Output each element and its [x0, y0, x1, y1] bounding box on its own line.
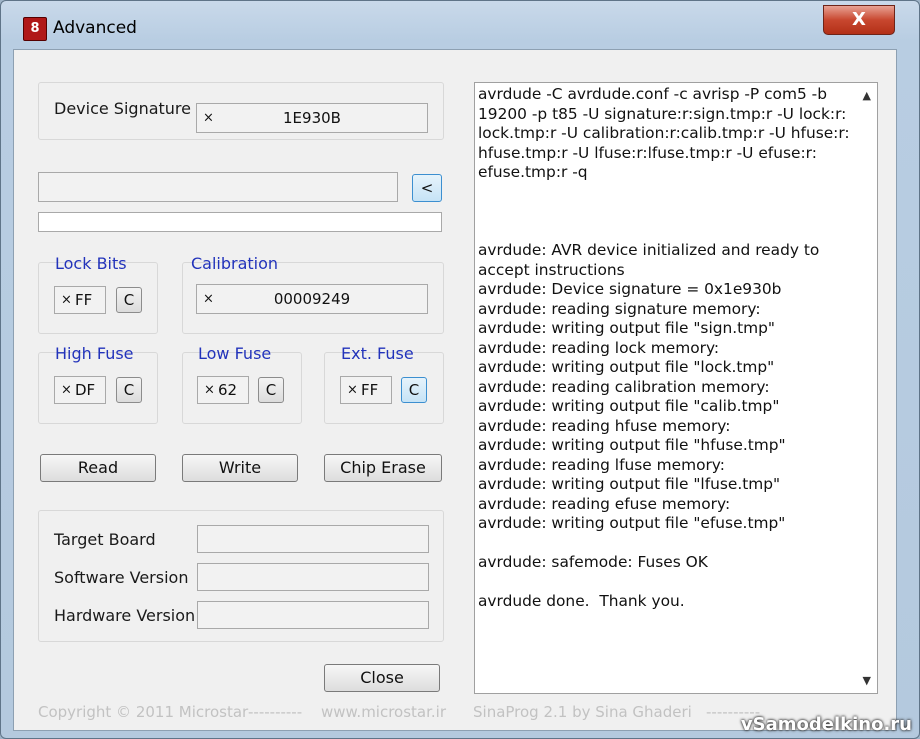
hardware-version-field: [197, 601, 429, 629]
title-bar[interactable]: 8 Advanced X: [1, 1, 919, 49]
low-fuse-c-button[interactable]: C: [258, 377, 284, 403]
watermark: vSamodelkino.ru: [740, 714, 912, 735]
lock-bits-value: FF: [75, 291, 93, 309]
device-signature-field[interactable]: × 1E930B: [196, 103, 428, 133]
software-version-field: [197, 563, 429, 591]
lock-bits-c-button[interactable]: C: [116, 287, 142, 313]
calibration-value: 00009249: [273, 290, 351, 308]
hex-input[interactable]: [38, 172, 398, 202]
advanced-window: 8 Advanced X Device Signature × 1E930B <…: [0, 0, 920, 739]
low-fuse-field[interactable]: × 62: [197, 376, 249, 404]
calibration-label: Calibration: [191, 254, 279, 273]
read-button[interactable]: Read: [40, 454, 156, 482]
high-fuse-c-button[interactable]: C: [116, 377, 142, 403]
lock-bits-field[interactable]: × FF: [54, 286, 106, 314]
scroll-up-arrow-icon[interactable]: ▲: [863, 89, 871, 102]
clear-icon: ×: [61, 292, 72, 308]
calibration-field[interactable]: × 00009249: [196, 284, 428, 314]
ext-fuse-value: FF: [361, 381, 379, 399]
arrow-left-button[interactable]: <: [412, 174, 442, 202]
high-fuse-label: High Fuse: [55, 344, 134, 363]
progress-bar: [38, 212, 442, 232]
close-button[interactable]: Close: [324, 664, 440, 692]
copyright-text: Copyright © 2011 Microstar: [38, 703, 249, 721]
log-output[interactable]: avrdude -C avrdude.conf -c avrisp -P com…: [474, 82, 878, 694]
clear-icon: ×: [204, 382, 215, 398]
ext-fuse-field[interactable]: × FF: [340, 376, 392, 404]
clear-icon: ×: [61, 382, 72, 398]
footer-dashes: ----------: [248, 703, 303, 721]
lock-bits-label: Lock Bits: [55, 254, 127, 273]
software-version-label: Software Version: [54, 568, 189, 587]
client-area: Device Signature × 1E930B < Lock Bits × …: [13, 49, 897, 731]
ext-fuse-label: Ext. Fuse: [341, 344, 414, 363]
log-text: avrdude -C avrdude.conf -c avrisp -P com…: [478, 85, 850, 610]
footer-url: www.microstar.ir: [321, 703, 447, 721]
ext-fuse-c-button[interactable]: C: [401, 377, 427, 403]
footer-credit: SinaProg 2.1 by Sina Ghaderi: [473, 703, 692, 721]
window-title: Advanced: [53, 18, 137, 38]
board-info-group: Target Board Software Version Hardware V…: [38, 510, 444, 642]
hardware-version-label: Hardware Version: [54, 606, 196, 625]
high-fuse-field[interactable]: × DF: [54, 376, 106, 404]
device-signature-label: Device Signature: [54, 99, 191, 118]
write-button[interactable]: Write: [182, 454, 298, 482]
target-board-field: [197, 525, 429, 553]
device-signature-value: 1E930B: [283, 109, 341, 127]
clear-icon: ×: [347, 382, 358, 398]
low-fuse-label: Low Fuse: [198, 344, 272, 363]
chip-erase-button[interactable]: Chip Erase: [324, 454, 442, 482]
app-icon: 8: [23, 17, 47, 41]
target-board-label: Target Board: [54, 530, 156, 549]
low-fuse-value: 62: [218, 381, 238, 399]
window-close-button[interactable]: X: [823, 5, 895, 35]
high-fuse-value: DF: [75, 381, 96, 399]
scroll-down-arrow-icon[interactable]: ▼: [863, 674, 871, 687]
device-signature-group: Device Signature × 1E930B: [38, 82, 444, 140]
